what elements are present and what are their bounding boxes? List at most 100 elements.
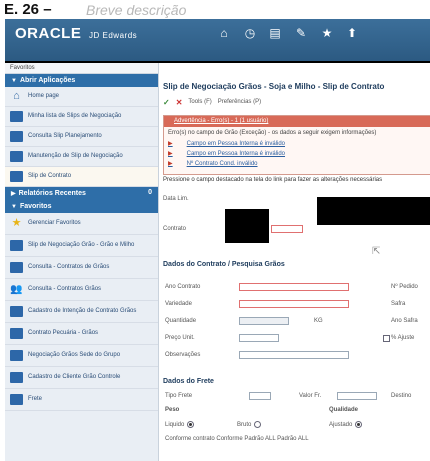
ok-button[interactable]: ✓ <box>163 98 170 107</box>
alert-error-text: Campo em Pessoa Interna é inválido <box>186 151 286 157</box>
sidebar-item[interactable]: Slip de Negociação Grão - Grão e Milho <box>5 235 158 257</box>
alert-error-text: Campo em Pessoa Interna é inválido <box>186 141 286 147</box>
collapse-icon: ▼ <box>11 78 17 84</box>
app-icon <box>10 151 23 162</box>
form-field-input[interactable] <box>239 283 349 291</box>
pin-icon[interactable]: ⬆ <box>346 27 358 39</box>
cancel-button[interactable]: ✕ <box>176 98 183 107</box>
form-field-input[interactable] <box>239 300 349 308</box>
radio-button-selected[interactable] <box>187 421 195 428</box>
radio-label: Liquido <box>165 422 185 429</box>
alert-tag[interactable]: Advertência - Erro(s) - 1 (1 usuário) <box>174 118 268 124</box>
sidebar-item-label: Slip de Negociação Grão - Grão e Milho <box>28 242 135 248</box>
sidebar-item-label: Home page <box>28 93 60 99</box>
sidebar-item[interactable]: Contrato Pecuária - Grãos <box>5 323 158 345</box>
form-field-label: Nº Pedido <box>391 284 418 290</box>
tools-menu[interactable]: Tools (F) <box>188 99 211 105</box>
app-icon <box>10 131 23 142</box>
form-field-label: Safra <box>391 301 406 307</box>
alert-header: Advertência - Erro(s) - 1 (1 usuário) <box>164 116 430 127</box>
top-navigation-bar: ORACLE JD Edwards ⌂ ◷ ▤ ✎ ★ ⬆ <box>5 19 430 61</box>
radio-button[interactable] <box>254 421 262 428</box>
form-field-label: % Ajuste <box>391 335 415 341</box>
sidebar-item[interactable]: Cadastro de Cliente Grão Controle <box>5 367 158 389</box>
form-field-label: Ano Contrato <box>165 284 201 290</box>
open-apps-header[interactable]: ▼ Abrir Aplicações <box>5 74 158 87</box>
freight-value-input[interactable] <box>337 392 377 400</box>
recent-reports-count: 0 <box>148 189 152 196</box>
page-title: Slip de Negociação Grãos - Soja e Milho … <box>163 82 385 91</box>
sidebar-item[interactable]: Manutenção de Slip de Negociação <box>5 147 158 167</box>
freight-type-input[interactable] <box>249 392 271 400</box>
form-toolbar: ✓ ✕ Tools (F) Preferências (P) <box>163 97 267 107</box>
sidebar-item[interactable]: ★ Gerenciar Favoritos <box>5 213 158 235</box>
main-content: Slip de Negociação Grãos - Soja e Milho … <box>158 63 430 461</box>
sidebar-item-label: Negociação Grãos Sede do Grupo <box>28 352 121 358</box>
edit-icon[interactable]: ✎ <box>295 27 307 39</box>
alert-error-link[interactable]: ▶ Campo em Pessoa Interna é inválido <box>168 150 285 157</box>
sidebar-item-label: Slip de Contrato <box>28 173 72 179</box>
app-icon <box>10 262 23 273</box>
home-icon: ⌂ <box>13 90 20 102</box>
caption-description: Breve descrição <box>86 2 187 18</box>
freight-footer: Conforme contrato Conforme Padrão ALL Pa… <box>165 436 309 442</box>
radio-button-selected[interactable] <box>355 421 363 428</box>
favorites-header[interactable]: ▼ Favoritos <box>5 200 158 213</box>
alert-error-link[interactable]: ▶ Campo em Pessoa Interna é inválido <box>168 140 285 147</box>
sidebar-item-label: Cadastro de Intenção de Contrato Grãos <box>28 308 137 314</box>
sidebar-item[interactable]: 👥 Consulta - Contratos Grãos <box>5 279 158 301</box>
mouse-cursor-icon: ⇱ <box>372 246 381 257</box>
form-field-input[interactable] <box>239 334 279 342</box>
sidebar-item-label: Consulta - Contratos Grãos <box>28 286 102 292</box>
sidebar-item[interactable]: Cadastro de Intenção de Contrato Grãos <box>5 301 158 323</box>
form-field-input[interactable] <box>239 317 289 325</box>
error-alert-box: Advertência - Erro(s) - 1 (1 usuário) Er… <box>163 115 430 175</box>
alert-error-link[interactable]: ▶ Nº Contrato Cond. inválido <box>168 160 258 167</box>
sidebar-item[interactable]: Negociação Grãos Sede do Grupo <box>5 345 158 367</box>
form-field-label: Ano Safra <box>391 318 418 324</box>
radio-option-gross[interactable]: Bruto <box>237 421 262 428</box>
app-icon <box>10 111 23 122</box>
sidebar-item-label: Contrato Pecuária - Grãos <box>28 330 99 336</box>
sidebar-item[interactable]: Frete <box>5 389 158 411</box>
form-field-label: Observações <box>165 352 201 358</box>
star-icon: ★ <box>11 217 22 229</box>
form-field-input[interactable] <box>239 351 349 359</box>
oracle-logo[interactable]: ORACLE JD Edwards <box>15 25 137 42</box>
sidebar-item[interactable]: Consulta Slip Planejamento <box>5 127 158 147</box>
sidebar-item-label: Manutenção de Slip de Negociação <box>28 153 123 159</box>
home-icon[interactable]: ⌂ <box>218 27 230 39</box>
recent-reports-header[interactable]: ▶ Relatórios Recentes 0 <box>5 187 158 200</box>
alert-info-text: Pressione o campo destacado na tela do l… <box>163 177 383 183</box>
sidebar-item[interactable]: Consulta - Contratos de Grãos <box>5 257 158 279</box>
open-apps-title: Abrir Aplicações <box>19 77 76 84</box>
alert-line: Erro(s) no campo de Grão (Exceção) - os … <box>168 130 377 136</box>
expand-icon: ▶ <box>11 191 16 197</box>
radio-option-adjusted[interactable]: Ajustado <box>329 421 363 428</box>
sidebar-item[interactable]: Minha lista de Slips de Negociação <box>5 107 158 127</box>
section-title-contract: Dados do Contrato / Pesquisa Grãos <box>163 261 285 268</box>
sidebar-item-label: Gerenciar Favoritos <box>28 220 81 226</box>
grid-icon[interactable]: ▤ <box>269 27 281 39</box>
warning-icon: ▶ <box>168 161 173 167</box>
app-icon <box>10 240 23 251</box>
weight-label: Peso <box>165 407 180 413</box>
star-icon[interactable]: ★ <box>321 27 333 39</box>
sidebar-item-label: Consulta - Contratos de Grãos <box>28 264 110 270</box>
redacted-block <box>225 209 269 243</box>
favorites-bar[interactable]: Favoritos <box>5 63 158 74</box>
adjust-checkbox[interactable] <box>383 335 390 342</box>
collapse-icon: ▼ <box>11 204 17 210</box>
app-icon <box>10 306 23 317</box>
logo-suffix: JD Edwards <box>89 31 138 40</box>
sidebar-item[interactable]: ⌂ Home page <box>5 87 158 107</box>
preferences-menu[interactable]: Preferências (P) <box>218 99 261 105</box>
contract-input[interactable] <box>271 225 303 233</box>
logo-text: ORACLE <box>15 25 82 42</box>
sidebar-item[interactable]: Slip de Contrato <box>5 167 158 187</box>
app-icon <box>10 328 23 339</box>
app-icon <box>10 171 23 182</box>
radio-option-net[interactable]: Liquido <box>165 421 195 429</box>
form-field-label: Preço Unit. <box>165 335 195 341</box>
clock-icon[interactable]: ◷ <box>244 27 256 39</box>
